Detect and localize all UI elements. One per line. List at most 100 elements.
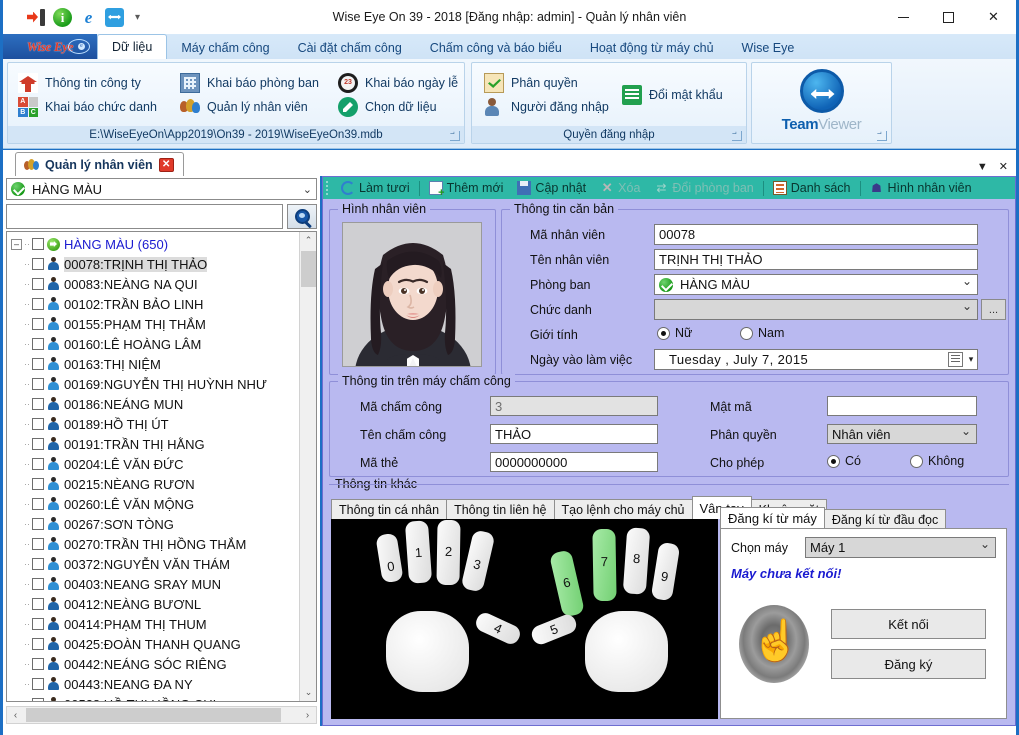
tab-thong-tin-lien-he[interactable]: Thông tin liên hệ [446,499,554,519]
search-input[interactable] [6,204,283,229]
finger-8[interactable]: 8 [623,527,651,594]
tree-employee-item[interactable]: ··00078:TRỊNH THỊ THẢO [7,254,299,274]
add-new-button[interactable]: Thêm mới [422,178,511,198]
register-button[interactable]: Đăng ký [831,649,986,679]
tab-tao-lenh-cho-may-chu[interactable]: Tạo lệnh cho máy chủ [554,499,693,519]
allow-yes-radio[interactable]: Có [827,454,861,468]
tree-employee-item[interactable]: ··00204:LÊ VĂN ĐỨC [7,454,299,474]
card-code-field[interactable]: 0000000000 [490,452,658,472]
chevron-down-icon[interactable]: ▾ [965,354,977,365]
tree-employee-item[interactable]: ··00163:THỊ NIỆM [7,354,299,374]
ribbon-item-khai-bao-phong-ban[interactable]: Khai báo phòng ban [180,73,319,93]
tree-checkbox[interactable] [32,458,44,470]
employee-photo[interactable] [342,222,482,367]
update-button[interactable]: Cập nhật [510,178,593,198]
teamviewer-logo[interactable]: TeamViewer [752,69,891,133]
scroll-up-icon[interactable]: ⌃ [300,232,317,249]
finger-0[interactable]: 0 [375,533,403,584]
scroll-thumb[interactable] [301,251,316,287]
tree-checkbox[interactable] [32,398,44,410]
tree-checkbox[interactable] [32,298,44,310]
tree-root-node[interactable]: –··HÀNG MÀU (650) [7,234,299,254]
info-icon[interactable]: i [53,8,72,27]
hscroll-thumb[interactable] [26,708,281,722]
tree-vertical-scrollbar[interactable]: ⌃ ⌄ [299,232,316,701]
tree-employee-item[interactable]: ··00191:TRẦN THỊ HẰNG [7,434,299,454]
ribbon-tab-cham-cong-bao-bieu[interactable]: Chấm công và báo biểu [416,36,576,59]
tree-checkbox[interactable] [32,698,44,701]
tree-employee-item[interactable]: ··00155:PHẠM THỊ THẮM [7,314,299,334]
toolbar-grip[interactable] [325,180,331,196]
employee-photo-button[interactable]: ☗ Hình nhân viên [863,178,979,198]
tree-checkbox[interactable] [32,518,44,530]
search-button[interactable] [287,204,317,229]
password-field[interactable] [827,396,977,416]
tree-checkbox[interactable] [32,418,44,430]
teamviewer-icon[interactable] [105,8,124,27]
allow-no-radio[interactable]: Không [910,454,964,468]
calendar-icon[interactable] [948,352,963,367]
ribbon-item-thong-tin-cong-ty[interactable]: Thông tin công ty [18,73,141,93]
mdi-dropdown-icon[interactable]: ▼ [977,161,988,173]
ribbon-tab-may-cham-cong[interactable]: Máy chấm công [167,36,283,59]
tree-checkbox[interactable] [32,618,44,630]
machine-name-field[interactable]: THẢO [490,424,658,444]
tree-horizontal-scrollbar[interactable]: ‹ › [6,706,317,724]
change-department-button[interactable]: ⇄ Đổi phòng ban [647,178,760,198]
ribbon-item-quan-ly-nhan-vien[interactable]: Quản lý nhân viên [180,97,308,117]
ribbon-tab-hoat-dong-may-chu[interactable]: Hoạt động từ máy chủ [576,36,728,59]
connect-button[interactable]: Kết nối [831,609,986,639]
position-browse-button[interactable]: ... [981,299,1006,320]
finger-4[interactable]: 4 [473,610,523,647]
tree-employee-item[interactable]: ··00270:TRẦN THỊ HỒNG THẮM [7,534,299,554]
dialog-launcher-icon-3[interactable] [877,131,887,141]
minimize-button[interactable] [881,0,926,34]
finger-9[interactable]: 9 [651,542,681,602]
tree-employee-item[interactable]: ··00186:NEÁNG MUN [7,394,299,414]
mdi-tab-quan-ly-nhan-vien[interactable]: Quản lý nhân viên ✕ [15,152,184,176]
tree-employee-item[interactable]: ··00160:LÊ HOÀNG LÂM [7,334,299,354]
tree-checkbox[interactable] [32,578,44,590]
internet-explorer-icon[interactable]: e [79,8,98,27]
tree-checkbox[interactable] [32,538,44,550]
list-button[interactable]: Danh sách [766,178,858,198]
employee-code-field[interactable]: 00078 [654,224,978,245]
mdi-close-icon[interactable]: ✕ [999,160,1008,173]
exit-icon[interactable] [27,8,46,27]
tree-checkbox[interactable] [32,278,44,290]
ribbon-tab-wise-eye[interactable]: Wise Eye [728,36,809,59]
tree-checkbox[interactable] [32,438,44,450]
tree-employee-item[interactable]: ··00102:TRẦN BẢO LINH [7,294,299,314]
tree-employee-item[interactable]: ··00443:NEANG ĐA NY [7,674,299,694]
finger-2[interactable]: 2 [436,520,460,585]
tree-employee-item[interactable]: ··00403:NEANG SRAY MUN [7,574,299,594]
tab-dang-ki-tu-may[interactable]: Đăng kí từ máy [720,507,825,529]
finger-7[interactable]: 7 [592,529,616,601]
tree-checkbox[interactable] [32,658,44,670]
scroll-left-icon[interactable]: ‹ [7,707,24,723]
tree-employee-item[interactable]: ··00215:NÈANG RƯƠN [7,474,299,494]
dialog-launcher-icon-2[interactable] [732,131,742,141]
scroll-right-icon[interactable]: › [299,707,316,723]
mdi-tab-close-icon[interactable]: ✕ [159,158,174,172]
department-filter-combo[interactable]: HÀNG MÀU ⌄ [6,178,317,200]
tree-employee-item[interactable]: ··00414:PHẠM THỊ THUM [7,614,299,634]
ribbon-item-khai-bao-chuc-danh[interactable]: A BC Khai báo chức danh [18,97,157,117]
ribbon-tab-cai-dat-cham-cong[interactable]: Cài đặt chấm công [284,36,416,59]
tree-checkbox[interactable] [32,258,44,270]
tree-employee-item[interactable]: ··00442:NEÁNG SÓC RIÊNG [7,654,299,674]
start-date-picker[interactable]: Tuesday , July 7, 2015 ▾ [654,349,978,370]
tab-dang-ki-tu-dau-doc[interactable]: Đăng kí từ đầu đọc [824,509,946,529]
finger-1[interactable]: 1 [405,520,432,583]
close-button[interactable]: ✕ [971,0,1016,34]
tree-checkbox[interactable] [32,498,44,510]
tree-employee-item[interactable]: ··00528:HỒ THỊ HỒNG CHI [7,694,299,701]
ribbon-item-doi-mat-khau[interactable]: Đổi mật khẩu [622,85,723,105]
tree-employee-item[interactable]: ··00267:SƠN TÒNG [7,514,299,534]
finger-3[interactable]: 3 [461,529,496,592]
tree-employee-item[interactable]: ··00425:ĐOÀN THANH QUANG [7,634,299,654]
finger-5[interactable]: 5 [529,612,579,647]
privilege-combo[interactable]: Nhân viên [827,424,977,444]
ribbon-item-khai-bao-ngay-le[interactable]: Khai báo ngày lễ [338,73,458,93]
tree-checkbox[interactable] [32,318,44,330]
